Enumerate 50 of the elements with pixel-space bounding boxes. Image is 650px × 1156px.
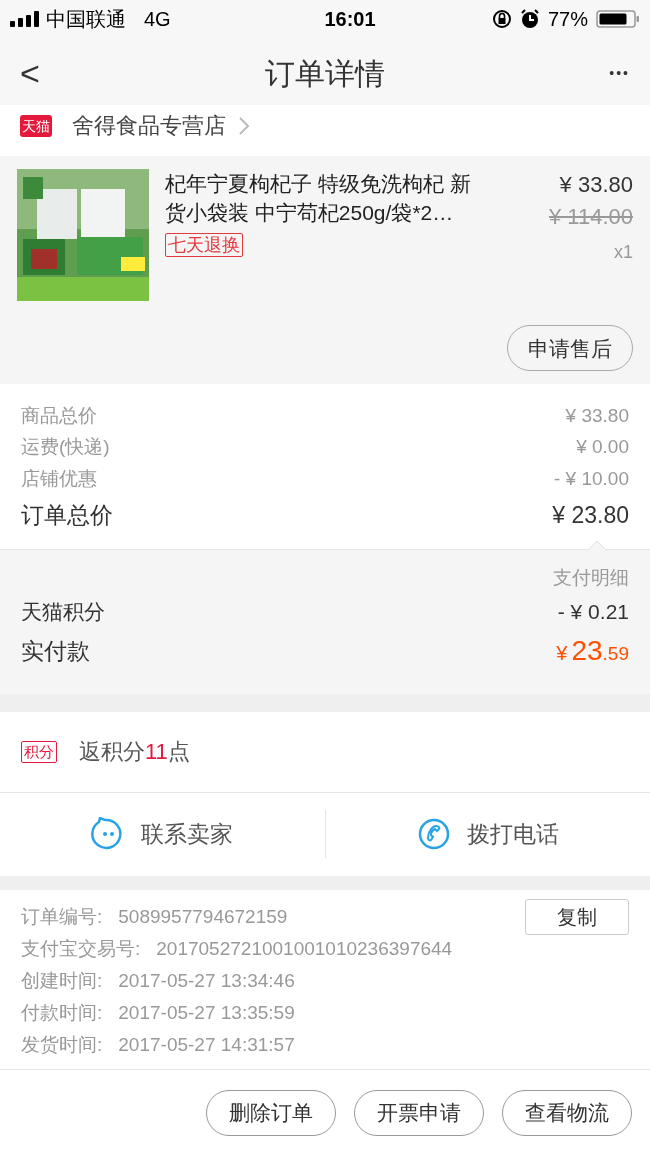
store-badge: 天猫 — [20, 114, 52, 137]
currency-sign: ¥ — [556, 641, 568, 666]
page-title: 订单详情 — [264, 55, 386, 92]
paid-amount: 23 — [571, 634, 603, 668]
original-price: ¥ 114.00 — [549, 203, 633, 232]
info-value: 2017-05-27 13:35:59 — [118, 1001, 295, 1026]
more-button[interactable]: ••• — [590, 62, 630, 84]
info-label: 订单编号: — [21, 905, 103, 930]
info-value: 2017052721001001010236397644 — [156, 937, 453, 962]
chevron-icon — [238, 115, 250, 136]
battery-icon — [596, 8, 640, 29]
back-button[interactable]: < — [20, 56, 60, 91]
points-label: 天猫积分 — [21, 599, 105, 626]
info-label: 创建时间: — [21, 969, 103, 994]
info-value: 2017-05-27 13:34:46 — [118, 969, 295, 994]
summary-label: 订单总价 — [21, 501, 113, 531]
contact-button[interactable]: 拨打电话 — [325, 792, 650, 877]
info-label: 支付宝交易号: — [21, 937, 141, 962]
after-sales-button[interactable]: 申请售后 — [507, 325, 633, 372]
product-title[interactable]: 杞年宁夏枸杞子 特级免洗枸杞 新货小袋装 中宁苟杞250g/袋*2… — [165, 169, 491, 228]
signal-icon — [10, 10, 40, 27]
info-value: 5089957794672159 — [118, 905, 288, 930]
info-label: 发货时间: — [21, 1033, 103, 1058]
store-link[interactable]: 舍得食品专营店 — [72, 109, 250, 143]
phone-icon — [416, 817, 451, 852]
info-label: 付款时间: — [21, 1001, 103, 1026]
reward-text: 返积分11点 — [79, 738, 190, 767]
carrier-name: 中国联通 — [46, 6, 126, 32]
battery-percent: 77% — [547, 6, 588, 32]
points-badge: 积分 — [21, 740, 57, 763]
rotation-lock-icon — [491, 8, 512, 29]
status-time: 16:01 — [323, 6, 377, 32]
points-value: - ¥ 0.21 — [557, 599, 629, 626]
product-price: ¥ 33.80 — [559, 171, 633, 200]
return-tag: 七天退换 — [165, 233, 243, 258]
contact-button[interactable]: 联系卖家 — [0, 792, 325, 877]
summary-label: 商品总价 — [21, 404, 97, 428]
summary-label: 店铺优惠 — [21, 467, 97, 491]
summary-value: ¥ 0.00 — [576, 435, 629, 460]
copy-button[interactable]: 复制 — [525, 899, 629, 936]
quantity-text: x1 — [614, 241, 633, 265]
info-value: 2017-05-27 14:31:57 — [118, 1033, 295, 1058]
network-type: 4G — [144, 6, 171, 32]
paid-label: 实付款 — [21, 636, 90, 666]
summary-value: ¥ 23.80 — [552, 501, 629, 531]
summary-value: - ¥ 10.00 — [554, 467, 629, 491]
paid-decimal: .59 — [602, 642, 629, 666]
alarm-icon — [519, 8, 540, 29]
summary-value: ¥ 33.80 — [565, 404, 629, 428]
summary-label: 运费(快递) — [21, 435, 110, 460]
